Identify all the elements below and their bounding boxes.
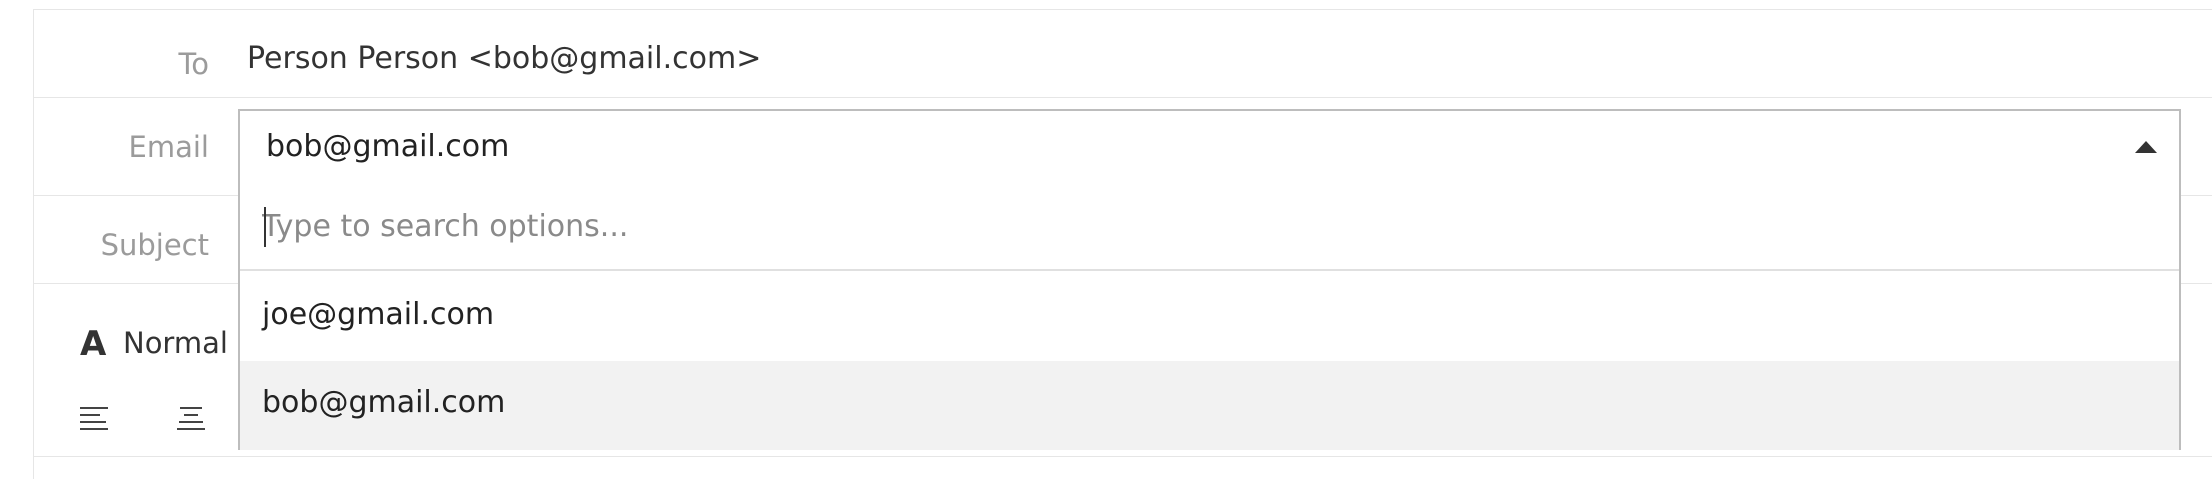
- subject-label: Subject: [100, 228, 209, 262]
- editor-divider: [33, 456, 2212, 457]
- align-left-icon[interactable]: [80, 405, 110, 433]
- email-selected-value: bob@gmail.com: [266, 129, 510, 164]
- email-label: Email: [128, 130, 209, 164]
- align-center-icon[interactable]: [177, 405, 207, 433]
- option-search-input[interactable]: [262, 203, 2142, 249]
- dropdown-search-row: [240, 181, 2179, 271]
- font-style-select[interactable]: Normal: [123, 326, 228, 360]
- font-style-icon[interactable]: A: [80, 327, 106, 361]
- email-select[interactable]: bob@gmail.com: [238, 109, 2181, 183]
- dropdown-option-label: joe@gmail.com: [262, 297, 495, 332]
- caret-up-icon[interactable]: [2135, 141, 2157, 153]
- to-label: To: [178, 47, 209, 81]
- email-dropdown-menu: joe@gmail.com bob@gmail.com: [238, 181, 2181, 450]
- to-recipient[interactable]: Person Person <bob@gmail.com>: [247, 41, 761, 76]
- dropdown-option-highlighted[interactable]: bob@gmail.com: [240, 361, 2179, 450]
- dropdown-option-label: bob@gmail.com: [262, 385, 506, 420]
- to-row: To Person Person <bob@gmail.com>: [33, 9, 2212, 98]
- dropdown-option[interactable]: joe@gmail.com: [240, 273, 2179, 362]
- text-cursor: [264, 207, 266, 247]
